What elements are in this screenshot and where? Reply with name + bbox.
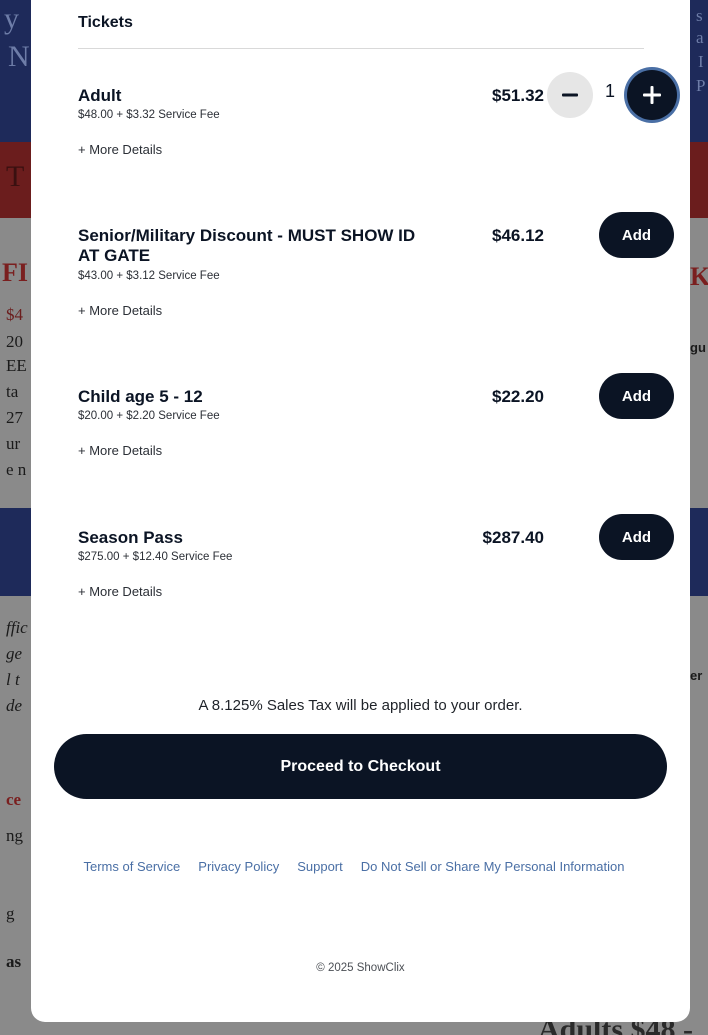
background-text: ur: [6, 434, 21, 453]
more-details-link[interactable]: + More Details: [78, 142, 162, 157]
background-text: EE: [6, 356, 27, 375]
do-not-sell-link[interactable]: Do Not Sell or Share My Personal Informa…: [361, 859, 625, 874]
add-button[interactable]: Add: [599, 373, 674, 419]
ticket-price: $22.20: [492, 387, 544, 406]
quantity-value: 1: [605, 81, 616, 101]
ticket-row-adult: Adult $48.00 + $3.32 Service Fee + More …: [78, 70, 677, 157]
quantity-stepper: 1: [547, 70, 679, 120]
background-text: er: [690, 668, 703, 683]
background-text: ta: [6, 382, 19, 401]
background-text: ce: [6, 790, 22, 809]
background-text: ge: [6, 644, 23, 663]
background-text: 20: [6, 332, 23, 351]
background-text: g: [6, 904, 15, 923]
background-text: $4: [6, 305, 23, 324]
plus-icon: [643, 86, 661, 104]
ticket-fee: $275.00 + $12.40 Service Fee: [78, 551, 233, 563]
more-details-link[interactable]: + More Details: [78, 303, 162, 318]
ticket-price: $51.32: [492, 86, 544, 105]
background-text: ffic: [6, 618, 28, 637]
background-text: N: [8, 40, 30, 73]
background-text: P: [696, 76, 706, 95]
ticket-name: Adult: [78, 86, 122, 105]
background-text: I: [698, 52, 704, 71]
background-text: a: [696, 28, 704, 47]
footer-links: Terms of Service Privacy Policy Support …: [0, 859, 708, 874]
ticket-name: Senior/Military Discount - MUST SHOW ID …: [78, 226, 416, 265]
background-text: e n: [6, 460, 27, 479]
background-text: 27: [6, 408, 23, 427]
increment-button[interactable]: [627, 70, 677, 120]
ticket-row-season-pass: Season Pass $275.00 + $12.40 Service Fee…: [78, 514, 674, 599]
ticket-fee: $20.00 + $2.20 Service Fee: [78, 410, 220, 422]
background-text: l t: [6, 670, 20, 689]
sales-tax-note: A 8.125% Sales Tax will be applied to yo…: [198, 697, 523, 714]
add-button[interactable]: Add: [599, 514, 674, 560]
background-text: gu: [690, 340, 706, 355]
more-details-link[interactable]: + More Details: [78, 584, 162, 599]
background-text: de: [6, 696, 23, 715]
ticket-row-senior-military: Senior/Military Discount - MUST SHOW ID …: [78, 212, 674, 318]
privacy-policy-link[interactable]: Privacy Policy: [198, 859, 279, 874]
proceed-to-checkout-button[interactable]: Proceed to Checkout: [54, 734, 667, 799]
ticket-name: Child age 5 - 12: [78, 387, 203, 406]
background-text: FI: [2, 258, 28, 287]
copyright: © 2025 ShowClix: [316, 962, 405, 974]
add-button[interactable]: Add: [599, 212, 674, 258]
decrement-button[interactable]: [547, 72, 593, 118]
support-link[interactable]: Support: [297, 859, 343, 874]
terms-of-service-link[interactable]: Terms of Service: [83, 859, 180, 874]
ticket-price: $287.40: [482, 528, 544, 547]
more-details-link[interactable]: + More Details: [78, 443, 162, 458]
ticket-price: $46.12: [492, 226, 544, 245]
background-text: T: [6, 160, 25, 193]
background-text: y: [4, 2, 19, 35]
ticket-fee: $43.00 + $3.12 Service Fee: [78, 270, 220, 282]
ticket-name: Season Pass: [78, 528, 183, 547]
ticket-row-child: Child age 5 - 12 $20.00 + $2.20 Service …: [78, 373, 674, 458]
ticket-fee: $48.00 + $3.32 Service Fee: [78, 109, 220, 121]
background-text: K: [690, 262, 708, 291]
background-text: as: [6, 952, 22, 971]
divider: [78, 48, 644, 49]
background-text: s: [696, 6, 703, 25]
background-text: ng: [6, 826, 23, 845]
minus-icon: [562, 93, 578, 97]
tickets-heading: Tickets: [78, 14, 133, 31]
